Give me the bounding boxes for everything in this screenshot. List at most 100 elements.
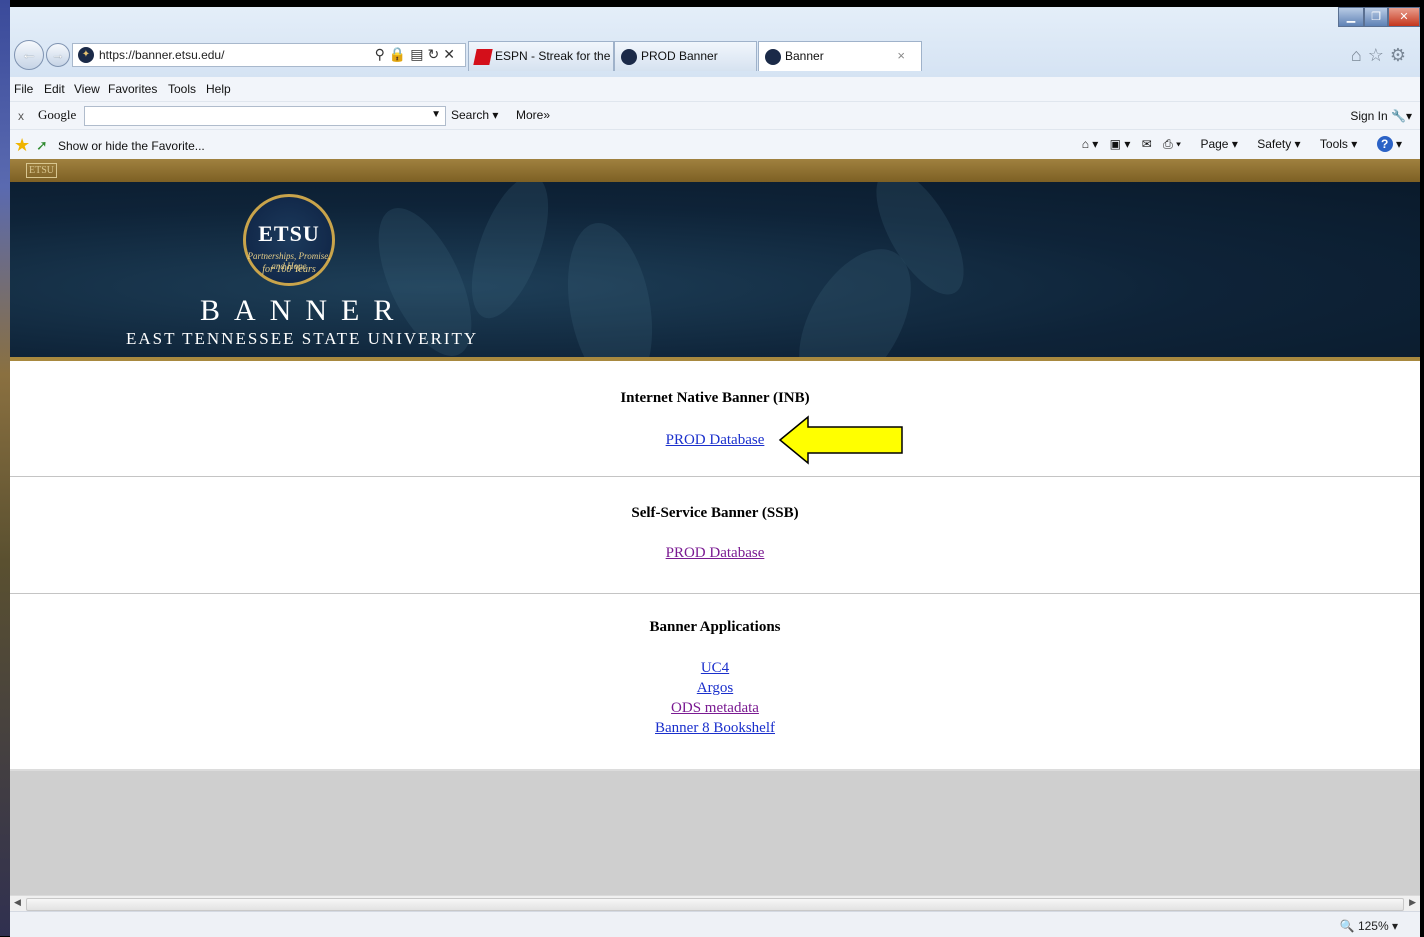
tab-banner[interactable]: Banner × <box>758 41 922 71</box>
section-divider <box>10 593 1420 594</box>
status-bar: 🔍 125% ▾ <box>10 911 1420 937</box>
etsu-small-logo[interactable]: ETSU <box>26 163 57 178</box>
google-search-input[interactable]: ▼ <box>84 106 446 126</box>
maximize-button[interactable]: ❐ <box>1364 7 1388 27</box>
search-icon[interactable]: ⚲ <box>375 46 389 62</box>
compatibility-icon[interactable]: ▤ <box>410 46 427 62</box>
forward-button[interactable]: → <box>46 43 70 67</box>
uc4-link[interactable]: UC4 <box>10 658 1420 678</box>
browser-window: ▁ ❐ ✕ ← → ✦ https://banner.etsu.edu/ ⚲🔒▤… <box>10 7 1420 937</box>
tab-prod-banner[interactable]: PROD Banner <box>614 41 757 71</box>
home-icon[interactable]: ⌂ <box>1351 45 1368 65</box>
espn-icon <box>473 48 493 65</box>
tab-label: PROD Banner <box>641 49 718 63</box>
zoom-level: 125% <box>1357 919 1389 933</box>
page-menu-label: Page <box>1200 137 1229 151</box>
favorites-toggle-label[interactable]: Show or hide the Favorite... <box>58 139 205 153</box>
banner-8-bookshelf-link[interactable]: Banner 8 Bookshelf <box>10 718 1420 738</box>
argos-link[interactable]: Argos <box>10 678 1420 698</box>
ssb-prod-database-link[interactable]: PROD Database <box>10 543 1420 563</box>
page-menu[interactable]: Page ▾ <box>1192 137 1237 151</box>
help-menu[interactable]: ? ▾ <box>1369 136 1402 152</box>
scrollbar-thumb[interactable] <box>26 898 1404 911</box>
menu-help[interactable]: Help <box>206 82 231 96</box>
yellow-arrow-annotation <box>778 415 903 465</box>
tab-label: Banner <box>785 49 824 63</box>
menu-edit[interactable]: Edit <box>44 82 65 96</box>
back-button[interactable]: ← <box>14 40 44 70</box>
section-heading: Banner Applications <box>649 619 781 635</box>
horizontal-scrollbar[interactable]: ◀ ▶ <box>10 895 1420 912</box>
tools-menu-label: Tools <box>1319 137 1348 151</box>
google-toolbar-close[interactable]: x <box>18 109 24 123</box>
scroll-right-icon[interactable]: ▶ <box>1409 897 1416 908</box>
command-bar: ⌂ ▾ ▣ ▾ ✉ ⎙ ▾ Page ▾ Safety ▾ Tools ▾ ? … <box>1074 136 1402 152</box>
google-toolbar: x Google ▼ Search ▾ More» Sign In 🔧▾ <box>10 101 1420 130</box>
help-icon: ? <box>1376 136 1393 152</box>
seal-name: ETSU <box>258 221 320 246</box>
tab-close-icon[interactable]: × <box>897 42 905 70</box>
decorative-leaf <box>555 216 665 357</box>
favorites-bar: ★ ➚ Show or hide the Favorite... ⌂ ▾ ▣ ▾… <box>10 129 1420 160</box>
google-signin-button[interactable]: Sign In 🔧▾ <box>1350 109 1412 123</box>
zoom-control[interactable]: 🔍 125% ▾ <box>1340 919 1398 933</box>
page-subtitle: EAST TENNESSEE STATE UNIVERITY <box>126 329 479 348</box>
google-more-button[interactable]: More» <box>516 108 550 122</box>
section-inb: Internet Native Banner (INB) PROD Databa… <box>10 390 1420 450</box>
close-window-button[interactable]: ✕ <box>1388 7 1420 27</box>
section-heading: Internet Native Banner (INB) <box>620 390 810 406</box>
home-icon[interactable]: ⌂ ▾ <box>1082 137 1099 151</box>
menu-tools[interactable]: Tools <box>168 82 196 96</box>
browser-toolbar-icons: ⌂☆⚙ <box>1351 45 1412 66</box>
tab-espn[interactable]: ESPN - Streak for the C... <box>468 41 614 71</box>
web-page: ETSU ETSU Partnerships, Promise, and Hop… <box>10 159 1420 895</box>
section-banner-applications: Banner Applications UC4 Argos ODS metada… <box>10 619 1420 738</box>
page-footer <box>10 769 1420 895</box>
seal-years: for 100 Years <box>262 264 316 275</box>
ods-metadata-link[interactable]: ODS metadata <box>10 698 1420 718</box>
favorites-star-icon[interactable]: ★ <box>14 136 30 154</box>
feeds-icon[interactable]: ▣ ▾ <box>1110 137 1131 151</box>
banner-header: ETSU Partnerships, Promise, and Hope for… <box>10 182 1420 361</box>
decorative-leaf <box>456 182 564 328</box>
section-heading: Self-Service Banner (SSB) <box>631 505 799 521</box>
google-logo: Google <box>38 107 77 122</box>
google-search-label: Search <box>451 108 490 122</box>
dropdown-arrow-icon[interactable]: ▼ <box>431 109 441 120</box>
refresh-icon[interactable]: ↻ <box>428 46 444 62</box>
stop-icon[interactable]: ✕ <box>443 46 459 62</box>
gear-icon[interactable]: ⚙ <box>1390 45 1412 65</box>
mail-icon[interactable]: ✉ <box>1142 137 1152 151</box>
scroll-left-icon[interactable]: ◀ <box>14 897 21 908</box>
menu-view[interactable]: View <box>74 82 100 96</box>
menu-bar: File Edit View Favorites Tools Help <box>10 77 1420 101</box>
lock-icon[interactable]: 🔒 <box>389 46 410 62</box>
print-icon[interactable]: ⎙ ▾ <box>1163 137 1181 151</box>
site-favicon-icon: ✦ <box>78 47 94 63</box>
tab-label: ESPN - Streak for the C... <box>495 49 613 63</box>
address-bar[interactable]: ✦ https://banner.etsu.edu/ ⚲🔒▤↻✕ <box>72 43 466 67</box>
page-title: BANNER <box>200 294 408 327</box>
desktop-background-strip <box>0 0 10 936</box>
favorites-star-icon[interactable]: ☆ <box>1368 45 1390 65</box>
address-tools[interactable]: ⚲🔒▤↻✕ <box>375 46 459 63</box>
menu-favorites[interactable]: Favorites <box>108 82 157 96</box>
address-url: https://banner.etsu.edu/ <box>99 48 225 62</box>
add-favorite-icon[interactable]: ➚ <box>36 137 48 154</box>
menu-file[interactable]: File <box>14 82 33 96</box>
etsu-seal-logo: ETSU Partnerships, Promise, and Hope for… <box>243 194 335 286</box>
minimize-button[interactable]: ▁ <box>1338 7 1364 27</box>
browser-title-bar: ▁ ❐ ✕ ← → ✦ https://banner.etsu.edu/ ⚲🔒▤… <box>10 7 1420 78</box>
top-gold-bar: ETSU <box>10 159 1420 182</box>
tools-menu[interactable]: Tools ▾ <box>1312 137 1357 151</box>
inb-prod-database-link[interactable]: PROD Database <box>10 430 1420 450</box>
safety-menu[interactable]: Safety ▾ <box>1249 137 1300 151</box>
zoom-icon: 🔍 <box>1339 919 1355 933</box>
safety-menu-label: Safety <box>1257 137 1292 151</box>
section-ssb: Self-Service Banner (SSB) PROD Database <box>10 505 1420 563</box>
section-divider <box>10 476 1420 477</box>
wrench-icon: 🔧 <box>1391 109 1406 123</box>
google-signin-label: Sign In <box>1350 109 1388 123</box>
banner-favicon-icon <box>765 48 781 65</box>
google-search-button[interactable]: Search ▾ <box>451 108 498 122</box>
